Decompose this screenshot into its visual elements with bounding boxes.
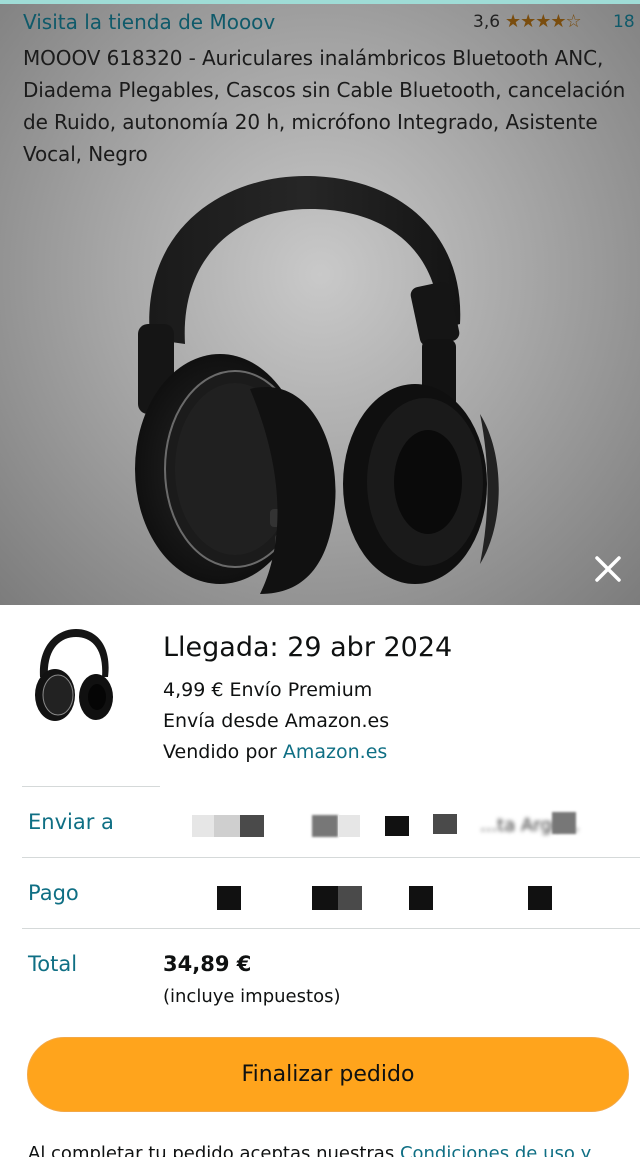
seller-link[interactable]: Amazon.es: [283, 741, 387, 763]
divider: [22, 928, 640, 929]
rating-value: 3,6: [473, 12, 501, 32]
store-link[interactable]: Visita la tienda de Mooov: [23, 10, 275, 34]
ship-to-label[interactable]: Enviar a: [28, 810, 114, 834]
product-title: MOOOV 618320 - Auriculares inalámbricos …: [23, 46, 626, 166]
ships-from: Envía desde Amazon.es: [163, 710, 390, 732]
review-count[interactable]: 18: [613, 12, 635, 32]
rating-stars[interactable]: ★★★★☆: [505, 11, 582, 32]
payment-label[interactable]: Pago: [28, 881, 79, 905]
sold-by: Vendido por Amazon.es: [163, 741, 387, 763]
shipping-cost: 4,99 € Envío Premium: [163, 679, 373, 701]
divider: [22, 786, 160, 787]
product-detail-dimmed: Visita la tienda de Mooov 3,6 ★★★★☆ 18 M…: [0, 4, 640, 605]
tax-note: (incluye impuestos): [163, 986, 341, 1007]
close-icon[interactable]: [588, 549, 628, 589]
divider: [22, 857, 640, 858]
total-amount: 34,89 €: [163, 952, 252, 976]
headphones-image: [135, 175, 499, 594]
terms-link[interactable]: Condiciones de uso y: [400, 1143, 591, 1157]
checkout-sheet: Llegada: 29 abr 2024 4,99 € Envío Premiu…: [0, 605, 640, 1157]
store-rating-row: Visita la tienda de Mooov 3,6 ★★★★☆ 18: [23, 10, 640, 40]
delivery-date: Llegada: 29 abr 2024: [163, 632, 453, 663]
legal-prefix: Al completar tu pedido aceptas nuestras: [28, 1143, 400, 1157]
star-rating-icon: ★★★★☆: [505, 11, 582, 32]
total-label: Total: [28, 952, 78, 976]
place-order-button[interactable]: Finalizar pedido: [27, 1037, 629, 1112]
product-thumbnail: [35, 629, 113, 721]
legal-text: Al completar tu pedido aceptas nuestras …: [28, 1143, 640, 1157]
sold-by-prefix: Vendido por: [163, 741, 283, 763]
